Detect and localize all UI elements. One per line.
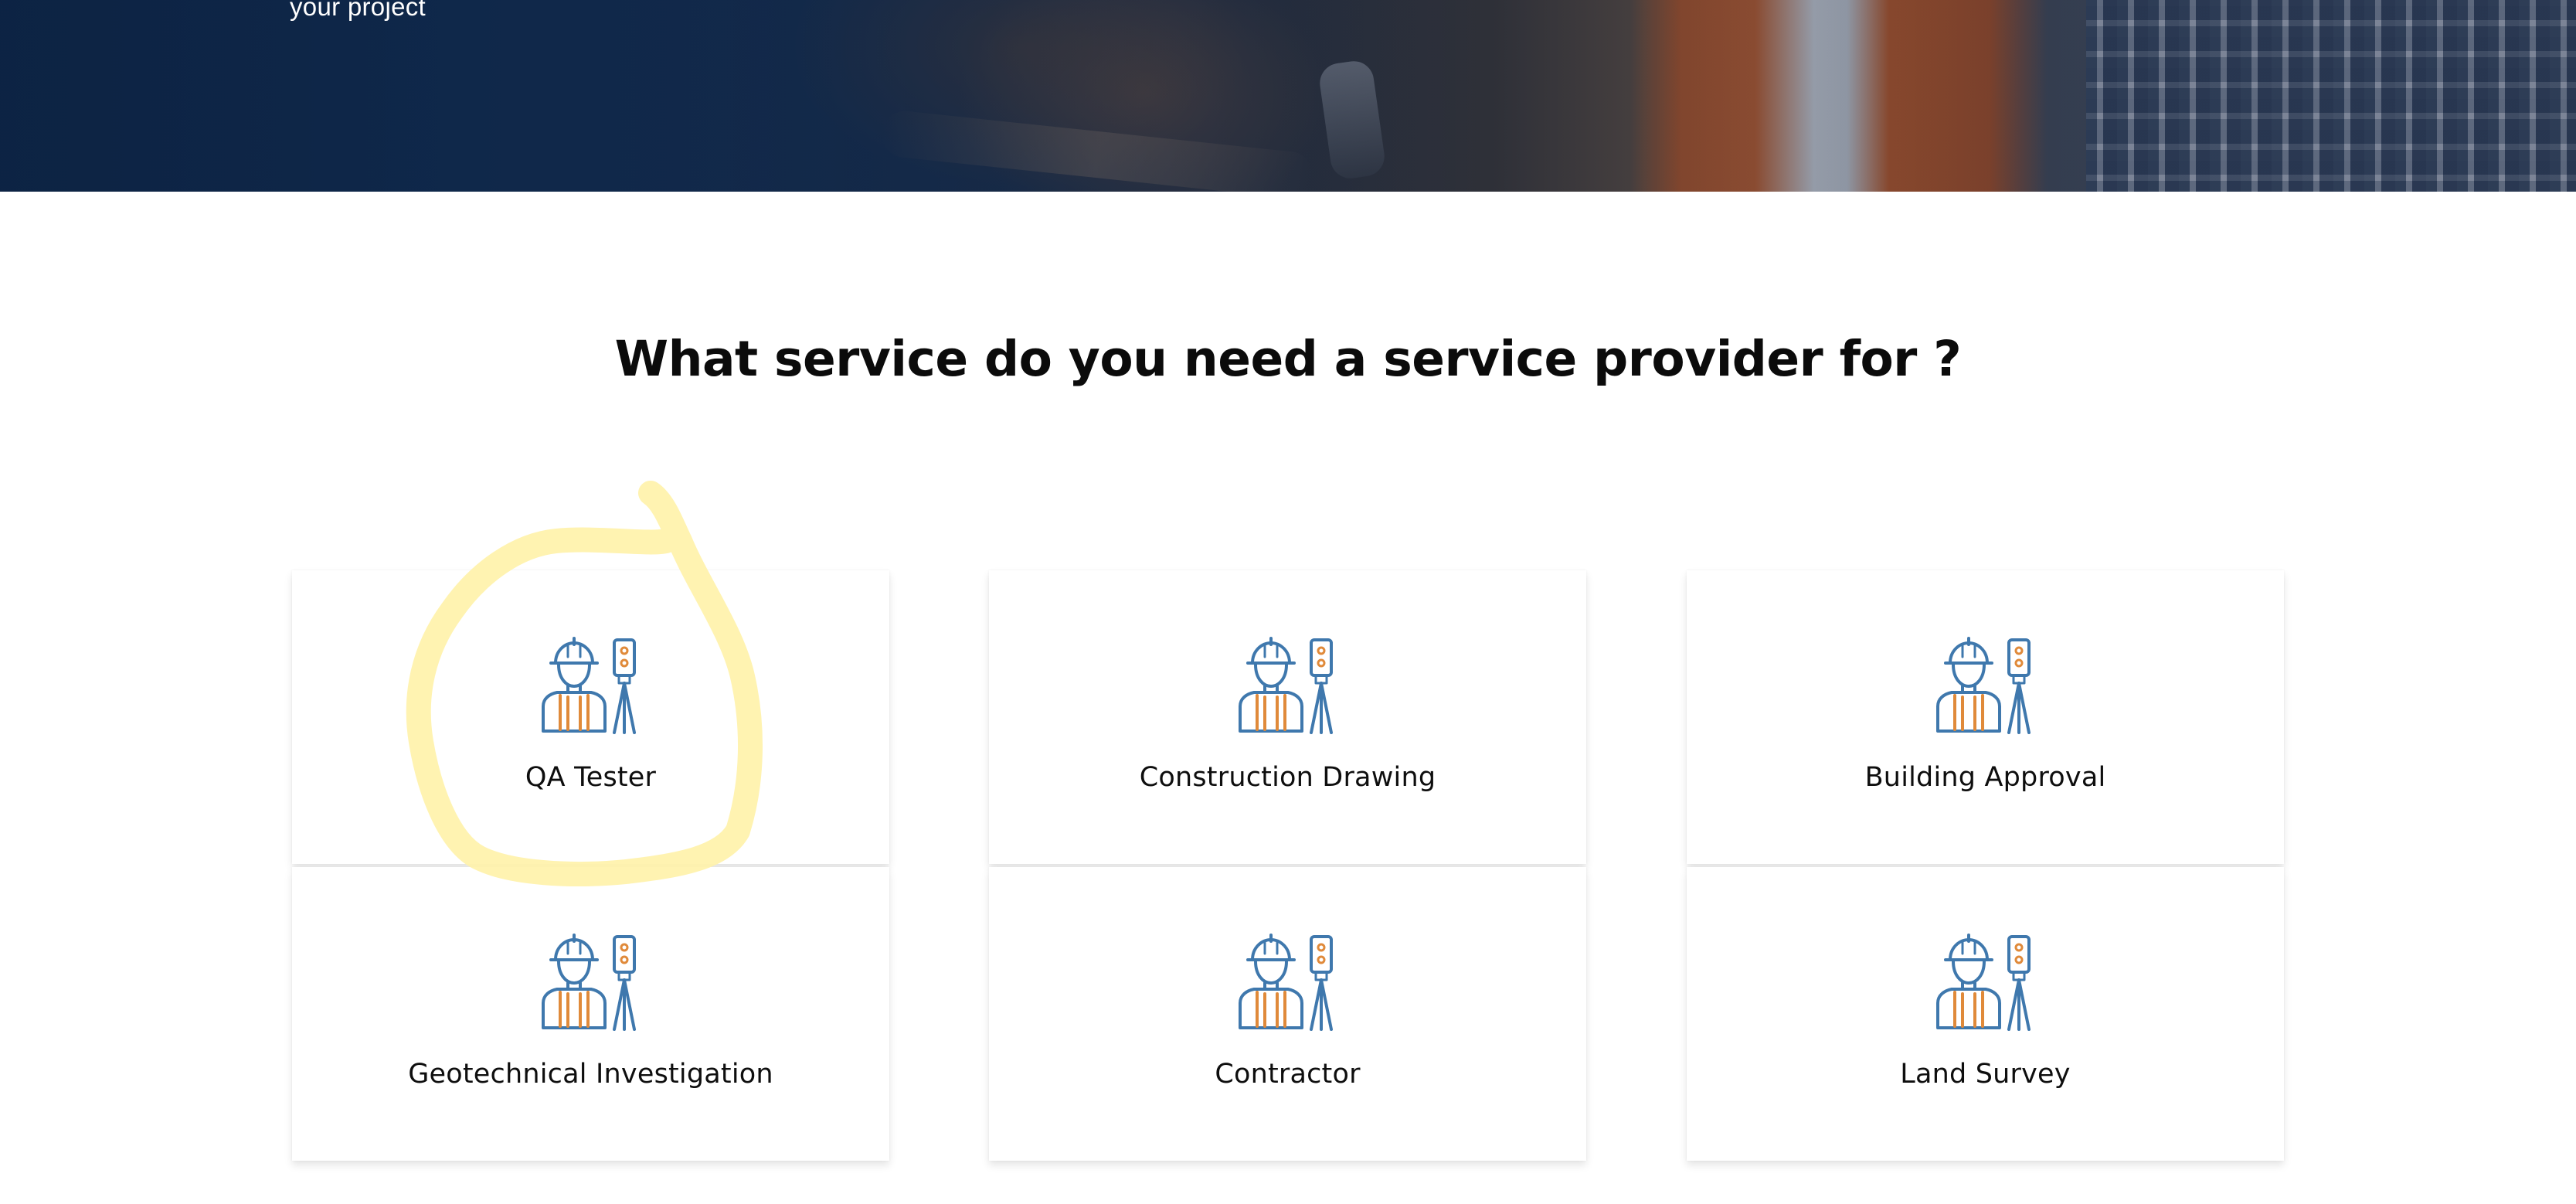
- service-card-label: Building Approval: [1864, 762, 2106, 793]
- surveyor-worker-icon: [1235, 929, 1341, 1034]
- service-card-label: Geotechnical Investigation: [408, 1059, 773, 1090]
- service-card-construction-drawing[interactable]: Construction Drawing: [989, 570, 1586, 864]
- section-heading: What service do you need a service provi…: [614, 331, 1962, 387]
- service-card-label: QA Tester: [525, 762, 657, 793]
- surveyor-worker-icon: [539, 632, 644, 737]
- service-card-geotechnical-investigation[interactable]: Geotechnical Investigation: [292, 867, 889, 1161]
- surveyor-worker-icon: [539, 929, 644, 1034]
- service-grid: QA Tester Construction Drawing Building …: [292, 570, 2284, 1164]
- service-card-label: Contractor: [1215, 1059, 1361, 1090]
- surveyor-worker-icon: [1235, 632, 1341, 737]
- service-card-label: Land Survey: [1900, 1059, 2071, 1090]
- service-card-building-approval[interactable]: Building Approval: [1687, 570, 2284, 864]
- service-card-label: Construction Drawing: [1139, 762, 1436, 793]
- service-card-qa-tester[interactable]: QA Tester: [292, 570, 889, 864]
- service-card-contractor[interactable]: Contractor: [989, 867, 1586, 1161]
- hero-subtitle: your project: [290, 0, 427, 21]
- hero-overlay: [0, 0, 2576, 192]
- service-card-land-survey[interactable]: Land Survey: [1687, 867, 2284, 1161]
- surveyor-worker-icon: [1933, 929, 2038, 1034]
- surveyor-worker-icon: [1933, 632, 2038, 737]
- hero-banner: your project: [0, 0, 2576, 192]
